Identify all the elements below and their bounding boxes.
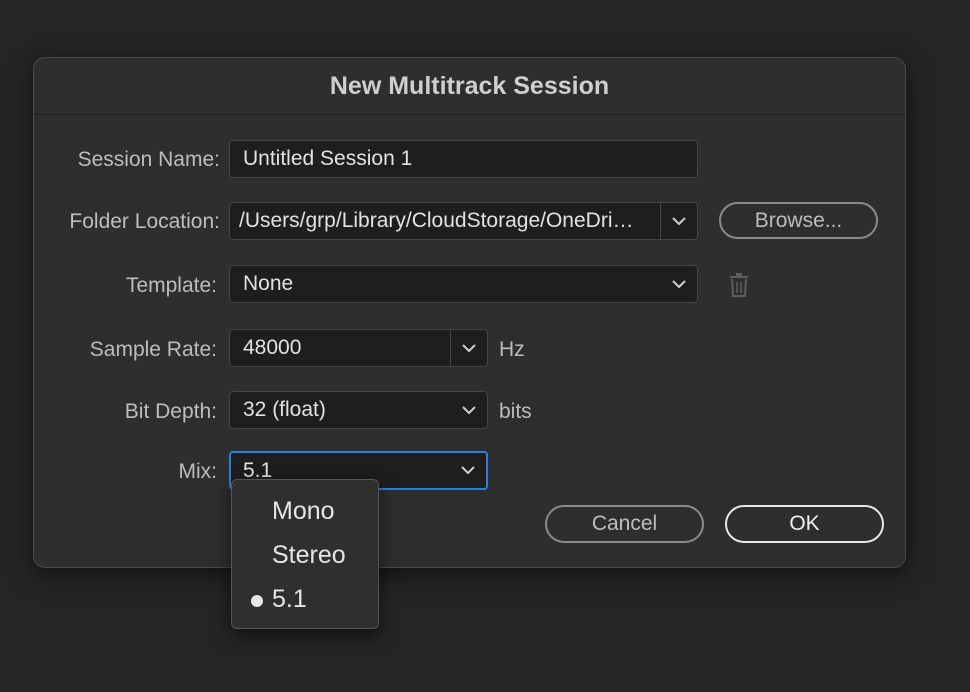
menu-item-5-1[interactable]: 5.1 [272, 585, 307, 614]
session-name-value: Untitled Session 1 [243, 147, 413, 170]
menu-item-mono[interactable]: Mono [272, 497, 335, 526]
session-name-input[interactable]: Untitled Session 1 [229, 140, 698, 178]
template-label: Template: [125, 274, 217, 297]
dialog-title: New Multitrack Session [34, 58, 905, 115]
folder-location-value: /Users/grp/Library/CloudStorage/OneDri… [239, 209, 634, 232]
ok-button[interactable]: OK [725, 505, 884, 543]
bit-depth-label: Bit Depth: [124, 400, 217, 423]
bit-depth-dropdown[interactable]: 32 (float) [229, 391, 488, 429]
browse-button[interactable]: Browse... [719, 202, 878, 239]
mix-options-menu: Mono Stereo 5.1 [231, 479, 379, 629]
cancel-button[interactable]: Cancel [545, 505, 704, 543]
selected-bullet-icon [251, 595, 263, 607]
sample-rate-label: Sample Rate: [89, 338, 217, 361]
folder-location-dropdown[interactable]: /Users/grp/Library/CloudStorage/OneDri… [229, 202, 698, 240]
sample-rate-combobox[interactable]: 48000 [229, 329, 488, 367]
new-multitrack-session-dialog: New Multitrack Session Session Name: Unt… [33, 57, 906, 568]
template-dropdown[interactable]: None [229, 265, 698, 303]
folder-location-label: Folder Location: [69, 210, 220, 233]
mix-label: Mix: [178, 460, 218, 483]
bit-depth-value: 32 (float) [243, 398, 326, 421]
sample-rate-unit: Hz [499, 338, 525, 361]
chevron-down-icon[interactable] [450, 330, 487, 366]
menu-item-stereo[interactable]: Stereo [272, 541, 346, 570]
trash-icon[interactable] [728, 273, 750, 297]
chevron-down-icon[interactable] [660, 203, 697, 239]
chevron-down-icon [451, 392, 487, 428]
bit-depth-unit: bits [499, 400, 532, 423]
session-name-label: Session Name: [77, 148, 220, 171]
sample-rate-value: 48000 [243, 336, 302, 359]
chevron-down-icon [450, 453, 486, 488]
template-value: None [243, 272, 294, 295]
chevron-down-icon [661, 266, 697, 302]
